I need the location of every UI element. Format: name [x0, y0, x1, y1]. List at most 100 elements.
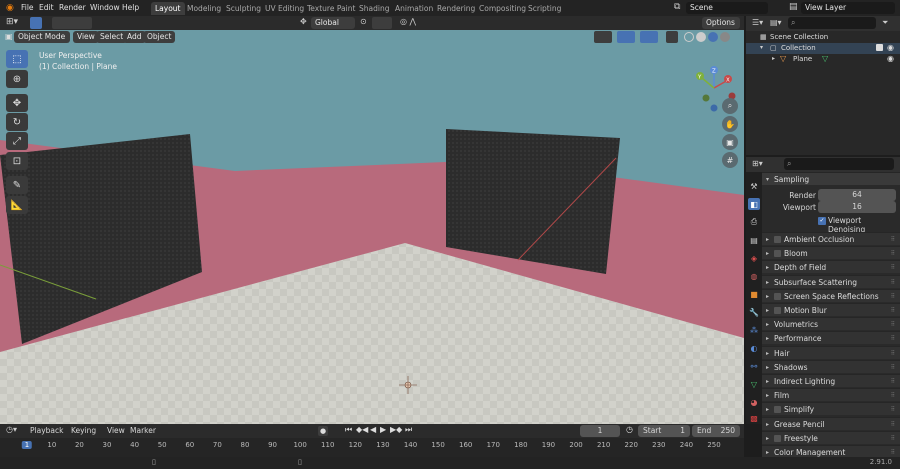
editor-type-icon[interactable]: ⊞▾ — [6, 17, 18, 27]
drag-handle-icon[interactable]: ⠿ — [891, 293, 895, 300]
panel-enable-checkbox[interactable] — [774, 236, 781, 243]
viewport-samples-field[interactable]: 16 — [818, 201, 896, 213]
modifier-tab-icon[interactable]: 🔧 — [748, 306, 760, 318]
drag-handle-icon[interactable]: ⠿ — [891, 236, 895, 243]
end-frame-field[interactable]: End 250 — [692, 425, 740, 437]
eye-icon[interactable]: ◉ — [887, 54, 894, 63]
panel-sampling[interactable]: ▾ Sampling — [762, 172, 900, 185]
timeline-menu-playback[interactable]: Playback — [30, 426, 63, 435]
timeline-menu-marker[interactable]: Marker — [130, 426, 156, 435]
render-samples-field[interactable]: 64 — [818, 189, 896, 201]
eye-icon[interactable]: ◉ — [887, 43, 894, 52]
output-tab-icon[interactable]: ⎙ — [748, 216, 760, 228]
drag-handle-icon[interactable]: ⠿ — [891, 350, 895, 357]
panel-enable-checkbox[interactable] — [774, 250, 781, 258]
transform-orientation-icon[interactable]: ✥ — [300, 17, 307, 26]
menu-edit[interactable]: Edit — [39, 3, 54, 12]
panel-performance[interactable]: ▸ Performance ⠿ — [762, 331, 900, 345]
drag-handle-icon[interactable]: ⠿ — [891, 392, 895, 399]
options-dropdown[interactable]: Options — [702, 17, 740, 29]
panel-simplify[interactable]: ▸ Simplify ⠿ — [762, 402, 900, 416]
viewport-denoising-checkbox[interactable]: ✓ — [818, 217, 826, 225]
shading-material-icon[interactable] — [708, 32, 718, 42]
tool-tab-icon[interactable]: ⚒ — [748, 180, 760, 192]
tab-layout[interactable]: Layout — [151, 2, 185, 15]
select-tool-button[interactable]: ⬚ — [6, 50, 28, 68]
select-mode-icons[interactable] — [52, 17, 92, 29]
outliner-search-input[interactable] — [788, 17, 876, 29]
drag-handle-icon[interactable]: ⠿ — [891, 435, 895, 442]
material-tab-icon[interactable]: ◕ — [748, 396, 760, 408]
object-mode-dropdown[interactable]: Object Mode — [14, 31, 70, 43]
tab-scripting[interactable]: Scripting — [524, 2, 565, 15]
panel-subsurface-scattering[interactable]: ▸ Subsurface Scattering ⠿ — [762, 274, 900, 288]
view-layer-icon[interactable]: ▤ — [789, 2, 798, 12]
start-frame-field[interactable]: Start 1 — [638, 425, 690, 437]
particles-tab-icon[interactable]: ⁂ — [748, 324, 760, 336]
tab-uv-editing[interactable]: UV Editing — [261, 2, 308, 15]
panel-enable-checkbox[interactable] — [774, 307, 781, 314]
outliner-editor-icon[interactable]: ☰▾ — [752, 18, 763, 27]
playhead[interactable]: 1 — [21, 441, 33, 449]
zoom-button[interactable]: ⌕ — [722, 98, 738, 114]
panel-depth-of-field[interactable]: ▸ Depth of Field ⠿ — [762, 260, 900, 274]
jump-start-icon[interactable]: ⏮ — [345, 425, 352, 435]
render-tab-icon[interactable]: ◧ — [748, 198, 760, 210]
tab-modeling[interactable]: Modeling — [183, 2, 225, 15]
panel-ambient-occlusion[interactable]: ▸ Ambient Occlusion ⠿ — [762, 232, 900, 245]
expand-arrow-icon[interactable]: ▾ — [760, 44, 763, 51]
tab-sculpting[interactable]: Sculpting — [222, 2, 265, 15]
tab-animation[interactable]: Animation — [391, 2, 437, 15]
panel-enable-checkbox[interactable] — [774, 434, 781, 442]
exclude-checkbox-icon[interactable] — [876, 44, 883, 51]
texture-tab-icon[interactable]: ▩ — [748, 412, 760, 424]
filter-icon[interactable]: ⏷ — [882, 18, 888, 28]
transform-tool-button[interactable]: ⊡ — [6, 152, 28, 170]
shading-solid-icon[interactable] — [696, 32, 706, 42]
properties-search-input[interactable] — [784, 158, 894, 170]
timeline[interactable]: 1 10 20 30 40 50 60 70 80 90 100 110 120 130 140 150 160… — [0, 438, 744, 457]
menu-window[interactable]: Window — [90, 3, 120, 12]
play-reverse-icon[interactable]: ◀ — [370, 425, 376, 434]
drag-handle-icon[interactable]: ⠿ — [891, 421, 895, 428]
menu-file[interactable]: File — [21, 3, 34, 12]
play-icon[interactable]: ▶ — [380, 425, 386, 434]
timeline-menu-keying[interactable]: Keying — [71, 426, 96, 435]
scale-tool-button[interactable]: ⤢ — [6, 132, 28, 150]
camera-view-button[interactable]: ▣ — [722, 134, 738, 150]
pan-button[interactable]: ✋ — [722, 116, 738, 132]
expand-arrow-icon[interactable]: ▸ — [772, 55, 775, 62]
panel-enable-checkbox[interactable] — [774, 292, 781, 300]
pivot-icon[interactable]: ⊙ — [360, 17, 367, 26]
gizmo-toggle-icon[interactable] — [617, 31, 635, 43]
overlay-toggle-icon[interactable] — [640, 31, 658, 43]
cursor-tool-button[interactable]: ⊕ — [6, 70, 28, 88]
menu-render[interactable]: Render — [59, 3, 86, 12]
move-tool-button[interactable]: ✥ — [6, 94, 28, 112]
viewport-menu-view[interactable]: View — [73, 31, 99, 43]
tab-compositing[interactable]: Compositing — [475, 2, 530, 15]
world-tab-icon[interactable]: ◍ — [748, 270, 760, 282]
scene-tab-icon[interactable]: ◈ — [748, 252, 760, 264]
physics-tab-icon[interactable]: ◐ — [748, 342, 760, 354]
tab-shading[interactable]: Shading — [355, 2, 393, 15]
scene-field[interactable]: Scene — [686, 2, 768, 14]
viewport-menu-object[interactable]: Object — [143, 31, 176, 43]
object-tab-icon[interactable]: ■ — [748, 288, 760, 300]
snap-icon[interactable] — [372, 17, 392, 29]
panel-shadows[interactable]: ▸ Shadows ⠿ — [762, 359, 900, 373]
3d-viewport[interactable]: ▣ Object Mode View Select Add Object Use… — [0, 30, 744, 424]
tab-rendering[interactable]: Rendering — [433, 2, 479, 15]
measure-tool-button[interactable]: 📐 — [6, 196, 28, 214]
scene-icon[interactable]: ⧉ — [674, 2, 680, 12]
preview-range-icon[interactable]: ◷ — [626, 425, 633, 434]
panel-bloom[interactable]: ▸ Bloom ⠿ — [762, 246, 900, 260]
panel-enable-checkbox[interactable] — [774, 406, 781, 414]
shading-wireframe-icon[interactable] — [684, 32, 694, 42]
panel-motion-blur[interactable]: ▸ Motion Blur ⠿ — [762, 303, 900, 316]
proportional-edit-icon[interactable]: ◎ ⋀ — [400, 17, 416, 26]
outliner-row-scene-collection[interactable]: ▦ Scene Collection — [746, 32, 900, 43]
view-layer-tab-icon[interactable]: ▤ — [748, 234, 760, 246]
shading-rendered-icon[interactable] — [720, 32, 730, 42]
drag-handle-icon[interactable]: ⠿ — [891, 264, 895, 271]
